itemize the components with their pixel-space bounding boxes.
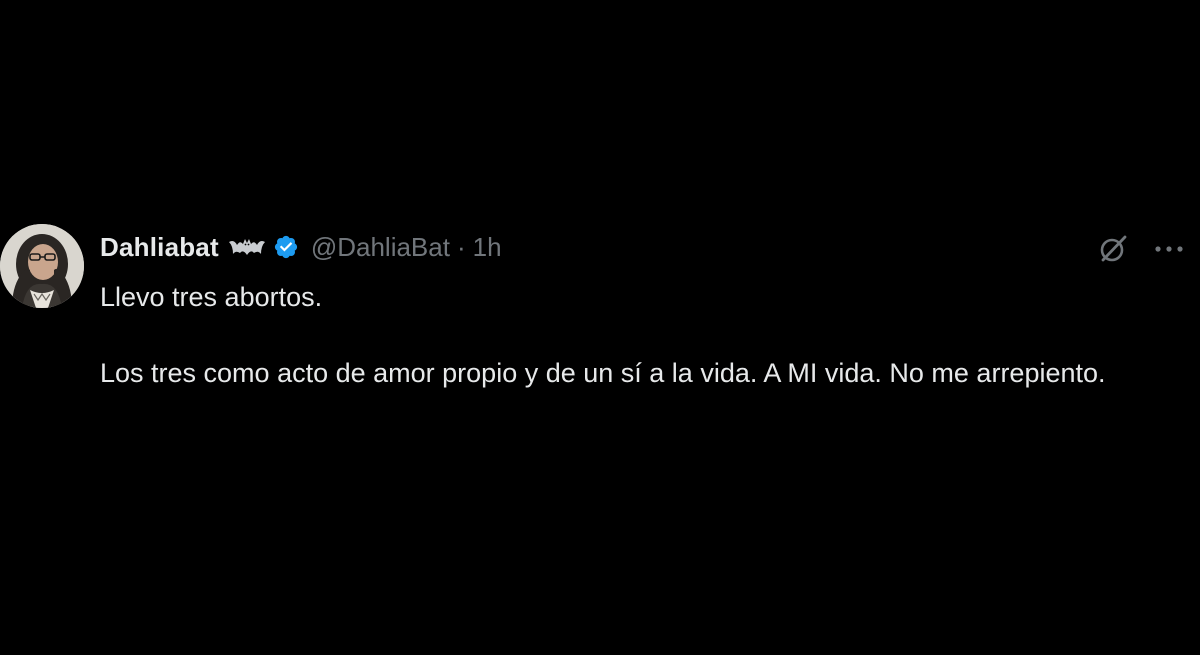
grok-icon[interactable]: [1096, 232, 1130, 266]
tweet-timestamp[interactable]: 1h: [473, 232, 502, 263]
tweet-text: Llevo tres abortos. Los tres como acto d…: [100, 278, 1180, 392]
more-options-icon[interactable]: [1152, 232, 1186, 266]
tweet-actions: [1096, 232, 1186, 266]
author-handle[interactable]: @DahliaBat: [311, 232, 450, 263]
tweet-header: Dahliabat @DahliaBat · 1h: [100, 230, 502, 264]
tweet-paragraph: Llevo tres abortos.: [100, 282, 323, 312]
avatar[interactable]: [0, 224, 84, 308]
author-display-name[interactable]: Dahliabat: [100, 232, 219, 263]
tweet-paragraph: Los tres como acto de amor propio y de u…: [100, 358, 1106, 388]
separator-dot: ·: [456, 231, 466, 262]
bat-emoji-icon: [228, 237, 265, 257]
verified-badge-icon[interactable]: [273, 234, 299, 260]
tweet[interactable]: Dahliabat @DahliaBat · 1h Llevo tres abo…: [0, 224, 1200, 444]
